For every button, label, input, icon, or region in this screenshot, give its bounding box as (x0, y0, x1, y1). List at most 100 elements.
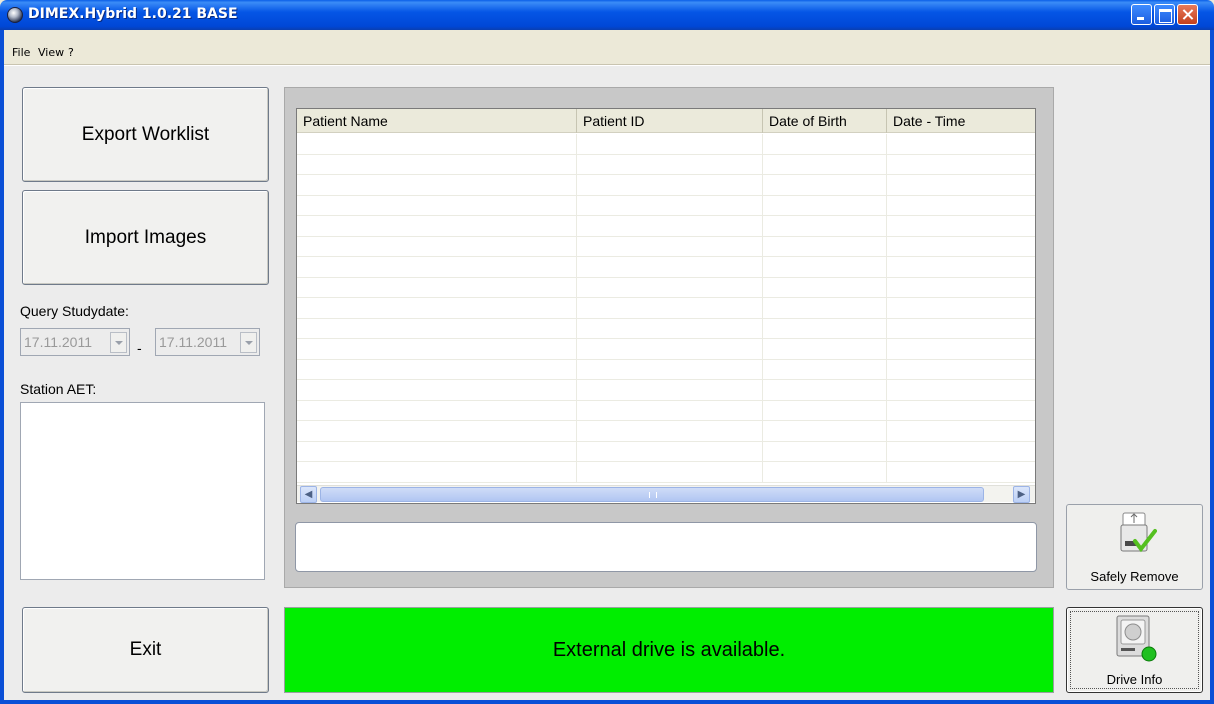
date-from-picker[interactable]: 17.11.2011 (20, 328, 130, 356)
table-row[interactable] (297, 380, 1035, 401)
table-cell (577, 216, 763, 236)
table-cell (763, 380, 887, 400)
import-images-label: Import Images (84, 226, 207, 248)
table-cell (297, 318, 577, 338)
table-cell (763, 400, 887, 420)
table-row[interactable] (297, 195, 1035, 216)
safely-remove-label: Safely Remove (1090, 569, 1179, 584)
table-cell (763, 318, 887, 338)
table-cell (297, 236, 577, 256)
table-row[interactable] (297, 400, 1035, 421)
horizontal-scrollbar[interactable]: ◀ ▶ (297, 485, 1035, 503)
table-row[interactable] (297, 441, 1035, 462)
worklist-table[interactable]: Patient Name Patient ID Date of Birth Da… (296, 108, 1036, 504)
table-cell (577, 339, 763, 359)
hard-drive-icon (1116, 615, 1157, 662)
table-cell (297, 339, 577, 359)
menu-bar: File View ? (4, 30, 1210, 64)
drive-status-banner: External drive is available. (284, 607, 1054, 693)
table-header: Patient Name Patient ID Date of Birth Da… (297, 109, 1035, 133)
table-cell (887, 216, 1035, 236)
worklist-panel: Patient Name Patient ID Date of Birth Da… (284, 87, 1054, 588)
table-cell (763, 441, 887, 461)
table-cell (297, 257, 577, 277)
table-cell (763, 195, 887, 215)
column-header-patient-id[interactable]: Patient ID (577, 109, 763, 133)
table-row[interactable] (297, 154, 1035, 175)
table-cell (887, 339, 1035, 359)
table-row[interactable] (297, 298, 1035, 319)
exit-label: Exit (129, 639, 162, 660)
close-button[interactable] (1177, 4, 1198, 25)
drive-info-label: Drive Info (1106, 672, 1163, 687)
table-cell (763, 359, 887, 379)
table-cell (887, 442, 1035, 462)
table-cell (763, 339, 887, 359)
table-cell (297, 421, 577, 441)
date-to-value: 17.11.2011 (159, 334, 227, 350)
menu-help[interactable]: ? (68, 46, 74, 59)
table-cell (887, 319, 1035, 339)
table-cell (887, 360, 1035, 380)
table-cell (577, 277, 763, 297)
scroll-left-icon[interactable]: ◀ (300, 486, 317, 503)
table-cell (763, 236, 887, 256)
table-cell (577, 462, 763, 482)
table-cell (577, 318, 763, 338)
table-cell (763, 421, 887, 441)
scroll-right-icon[interactable]: ▶ (1013, 486, 1030, 503)
query-studydate-label: Query Studydate: (20, 303, 129, 319)
table-body (297, 134, 1035, 483)
table-cell (577, 441, 763, 461)
column-header-date-time[interactable]: Date - Time (887, 109, 1035, 133)
table-row[interactable] (297, 462, 1035, 483)
safely-remove-button[interactable]: Safely Remove (1066, 504, 1203, 590)
table-row[interactable] (297, 339, 1035, 360)
table-cell (887, 380, 1035, 400)
export-worklist-label: Export Worklist (81, 123, 210, 145)
table-cell (763, 175, 887, 195)
grip-icon (649, 492, 657, 498)
table-cell (297, 216, 577, 236)
table-row[interactable] (297, 318, 1035, 339)
table-cell (577, 175, 763, 195)
chevron-down-icon[interactable] (240, 332, 257, 353)
table-row[interactable] (297, 277, 1035, 298)
table-cell (577, 421, 763, 441)
column-header-date-of-birth[interactable]: Date of Birth (763, 109, 887, 133)
table-cell (577, 380, 763, 400)
table-row[interactable] (297, 257, 1035, 278)
export-worklist-button[interactable]: Export Worklist (22, 87, 269, 182)
column-header-patient-name[interactable]: Patient Name (297, 109, 577, 133)
menu-file[interactable]: File (12, 46, 30, 59)
table-row[interactable] (297, 359, 1035, 380)
window-frame-bottom (0, 700, 1214, 704)
exit-button[interactable]: Exit (22, 607, 269, 693)
table-cell (297, 195, 577, 215)
maximize-button[interactable] (1154, 4, 1175, 25)
scrollbar-thumb[interactable] (320, 487, 984, 502)
chevron-down-icon[interactable] (110, 332, 127, 353)
drive-info-button[interactable]: Drive Info (1066, 607, 1203, 693)
table-row[interactable] (297, 421, 1035, 442)
table-cell (887, 257, 1035, 277)
table-cell (763, 298, 887, 318)
table-cell (297, 441, 577, 461)
import-images-button[interactable]: Import Images (22, 190, 269, 285)
info-field (295, 522, 1037, 572)
table-cell (887, 278, 1035, 298)
minimize-button[interactable] (1131, 4, 1152, 25)
table-cell (577, 257, 763, 277)
menu-view[interactable]: View (38, 46, 64, 59)
title-bar[interactable]: DIMEX.Hybrid 1.0.21 BASE (0, 0, 1214, 30)
table-row[interactable] (297, 134, 1035, 155)
table-row[interactable] (297, 216, 1035, 237)
drive-status-text: External drive is available. (552, 638, 786, 661)
table-row[interactable] (297, 175, 1035, 196)
table-cell (763, 134, 887, 154)
station-aet-field[interactable] (20, 402, 265, 580)
client-area: Export Worklist Import Images Query Stud… (4, 66, 1210, 700)
table-cell (763, 277, 887, 297)
date-to-picker[interactable]: 17.11.2011 (155, 328, 260, 356)
table-row[interactable] (297, 236, 1035, 257)
